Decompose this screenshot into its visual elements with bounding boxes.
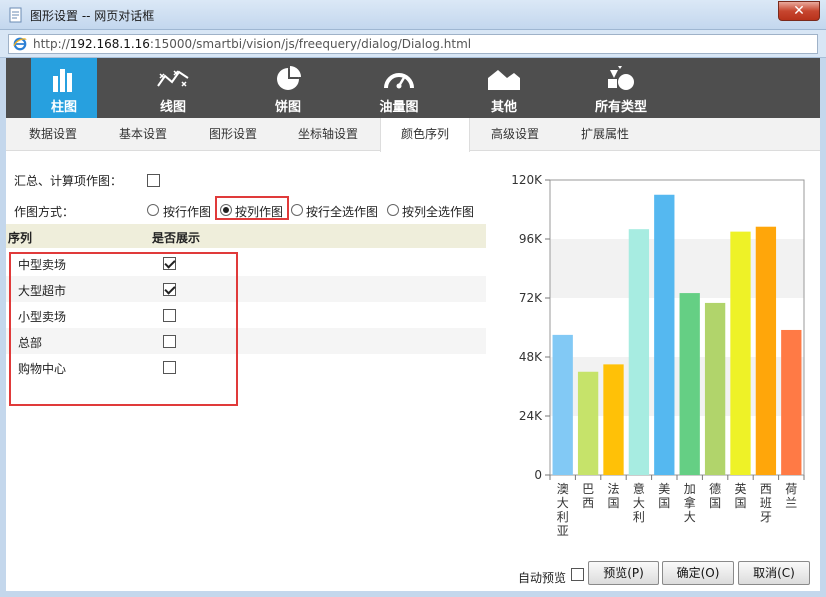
x-tick-label: 美国 (658, 482, 670, 510)
auto-preview-checkbox[interactable] (571, 568, 584, 581)
mode-by-row-radio[interactable] (147, 204, 159, 216)
bar (577, 371, 599, 475)
url-host: 192.168.1.16 (69, 37, 150, 51)
chart-type-label: 柱图 (50, 100, 77, 115)
x-tick-label: 德国 (709, 481, 721, 510)
window-title: 图形设置 -- 网页对话框 (30, 9, 155, 23)
bar (730, 231, 751, 475)
mode-all-columns-radio[interactable] (387, 204, 399, 216)
x-tick-label: 澳大利亚 (557, 482, 569, 538)
tab-axis-settings[interactable]: 坐标轴设置 (278, 118, 378, 151)
x-tick-label: 巴西 (582, 482, 594, 510)
y-tick-label: 48K (519, 350, 543, 364)
address-bar: http://192.168.1.16:15000/smartbi/vision… (0, 30, 826, 58)
chart-type-label: 所有类型 (594, 100, 647, 115)
x-tick-label: 荷兰 (785, 482, 797, 510)
bar (755, 226, 777, 475)
ok-button[interactable]: 确定(O) (662, 561, 734, 585)
x-tick-label: 西班牙 (760, 482, 772, 524)
column-header-series: 序列 (8, 231, 33, 245)
bar (679, 293, 700, 475)
mode-all-rows-radio[interactable] (291, 204, 303, 216)
mode-all-rows-label[interactable]: 按行全选作图 (306, 203, 378, 220)
series-table-header: 序列 是否展示 (6, 224, 486, 248)
url-prefix: http:// (33, 37, 70, 51)
ie-icon (13, 37, 27, 51)
pie-chart-icon (277, 66, 301, 90)
tab-graph-settings[interactable]: 图形设置 (188, 118, 278, 151)
cancel-button[interactable]: 取消(C) (738, 561, 810, 585)
chart-type-label: 饼图 (274, 100, 301, 115)
plot-mode-label: 作图方式： (14, 205, 75, 219)
chart-type-other-button[interactable]: 其他 (471, 58, 537, 118)
gauge-icon (384, 73, 414, 89)
bar (704, 302, 726, 475)
chart-type-bar-button[interactable]: 柱图 (31, 58, 97, 118)
line-chart-icon (157, 70, 189, 87)
chart-type-pie-button[interactable]: 饼图 (255, 58, 321, 118)
document-icon (9, 7, 22, 23)
mode-all-columns-label[interactable]: 按列全选作图 (402, 203, 474, 220)
tab-data-settings[interactable]: 数据设置 (8, 118, 98, 151)
close-button[interactable]: ✕ (778, 1, 820, 21)
chart-type-label: 线图 (159, 100, 186, 115)
highlight-box (215, 196, 289, 220)
x-tick-label: 法国 (607, 482, 619, 510)
column-header-display: 是否展示 (152, 231, 201, 245)
dialog-client: 柱图 线图 饼图 油量图 其他 所有类型 数据设置 基本设置 图形设置 坐标轴设… (0, 58, 826, 597)
url-path: :15000/smartbi/vision/js/freequery/dialo… (149, 37, 472, 51)
tab-color-series[interactable]: 颜色序列 (380, 118, 470, 152)
chart-type-bar: 柱图 线图 饼图 油量图 其他 所有类型 (6, 58, 820, 118)
chart-type-gauge-button[interactable]: 油量图 (366, 58, 432, 118)
preview-button[interactable]: 预览(P) (588, 561, 659, 585)
window-title-bar: 图形设置 -- 网页对话框 ✕ (0, 0, 826, 30)
y-tick-label: 96K (519, 232, 543, 246)
tab-advanced-settings[interactable]: 高级设置 (470, 118, 560, 151)
chart-type-label: 油量图 (379, 100, 419, 115)
y-tick-label: 120K (511, 173, 543, 187)
bar-chart-icon (53, 69, 72, 92)
auto-preview-label: 自动预览 (518, 571, 567, 585)
chart-type-label: 其他 (490, 100, 517, 115)
bar (654, 194, 675, 475)
dialog-footer: 自动预览 预览(P) 确定(O) 取消(C) (6, 558, 820, 591)
y-tick-label: 0 (534, 468, 542, 482)
y-tick-label: 24K (519, 409, 543, 423)
chart-preview: 0 24K 48K 72K 96K 120K 澳大利亚 巴西法国 意大利 美国 加拿大 德国英国 西班牙… (511, 173, 805, 538)
x-tick-label: 英国 (734, 482, 746, 510)
y-tick-label: 72K (519, 291, 543, 305)
chart-type-line-button[interactable]: 线图 (140, 58, 206, 118)
url-text: http://192.168.1.16:15000/smartbi/vision… (33, 37, 471, 51)
x-tick-label: 加拿大 (684, 482, 696, 524)
tab-basic-settings[interactable]: 基本设置 (98, 118, 188, 151)
bar (781, 329, 802, 475)
chart-type-all-button[interactable]: 所有类型 (576, 58, 666, 118)
shapes-icon (608, 66, 634, 90)
bar (552, 334, 573, 475)
summary-label: 汇总、计算项作图： (14, 174, 123, 188)
settings-tabs: 数据设置 基本设置 图形设置 坐标轴设置 颜色序列 高级设置 扩展属性 (6, 118, 820, 152)
highlight-box (9, 252, 238, 406)
area-chart-icon (488, 70, 520, 90)
bar (628, 229, 650, 475)
tab-extended-properties[interactable]: 扩展属性 (560, 118, 650, 151)
mode-by-row-label[interactable]: 按行作图 (163, 203, 211, 220)
x-tick-label: 意大利 (633, 481, 645, 524)
url-field[interactable]: http://192.168.1.16:15000/smartbi/vision… (8, 34, 818, 54)
bar (603, 364, 624, 475)
summary-checkbox[interactable] (147, 174, 160, 187)
